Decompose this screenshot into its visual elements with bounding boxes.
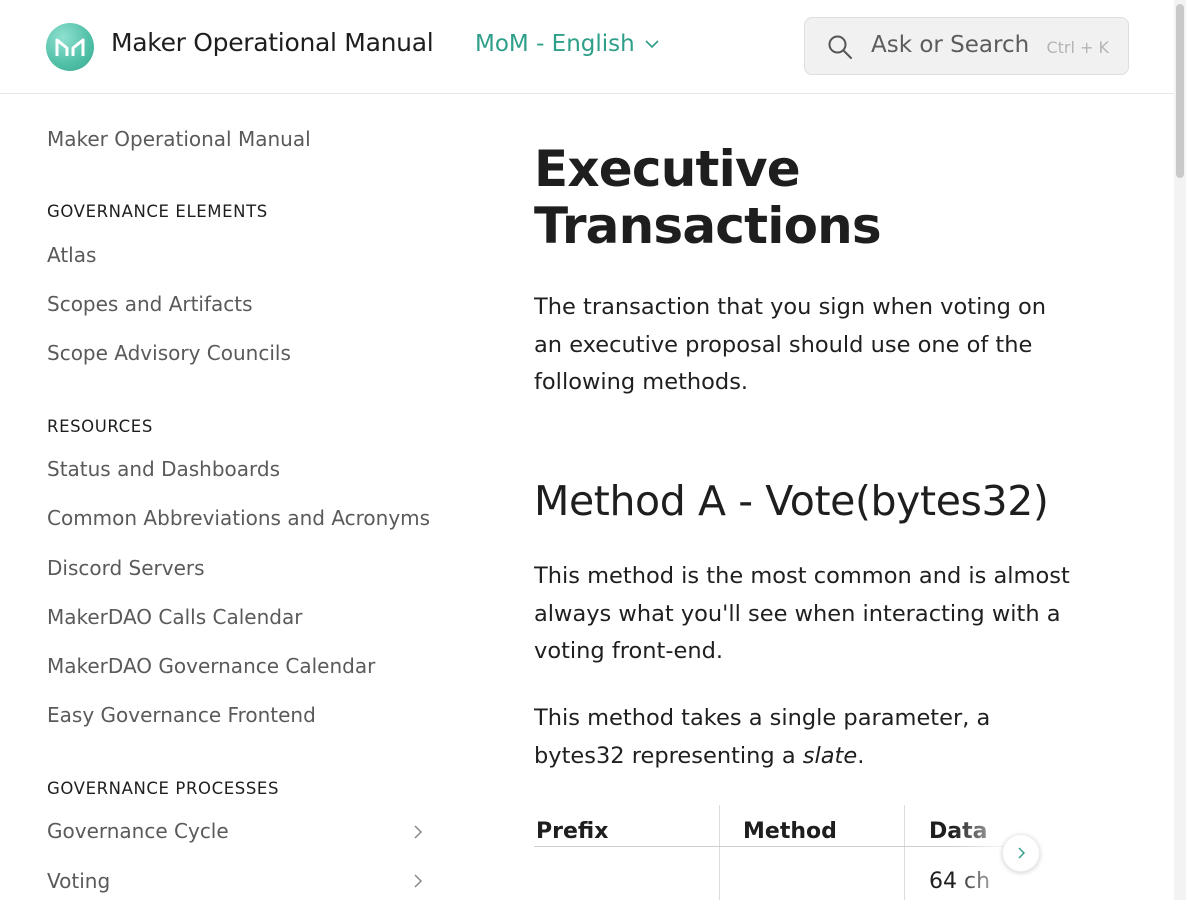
sidebar-item-maker-operational-manual[interactable]: Maker Operational Manual	[47, 127, 311, 151]
sidebar-heading-governance-elements: GOVERNANCE ELEMENTS	[47, 202, 268, 221]
sidebar-item-scopes-and-artifacts[interactable]: Scopes and Artifacts	[47, 292, 253, 316]
search-placeholder: Ask or Search	[871, 32, 1030, 58]
intro-paragraph: The transaction that you sign when votin…	[534, 294, 1047, 395]
method-a-paragraph: This method is the most common and is al…	[534, 563, 1070, 664]
section-heading-method-a: Method A - Vote(bytes32)	[534, 477, 1049, 525]
sidebar-item-common-abbreviations[interactable]: Common Abbreviations and Acronyms	[47, 506, 430, 530]
main-content: Executive Transactions The transaction t…	[534, 95, 1094, 900]
sidebar-item-status-and-dashboards[interactable]: Status and Dashboards	[47, 457, 280, 481]
sidebar-item-makerdao-calls-calendar[interactable]: MakerDAO Calls Calendar	[47, 605, 302, 629]
table-column-divider	[904, 805, 905, 900]
sidebar-item-atlas[interactable]: Atlas	[47, 243, 96, 267]
sidebar-item-makerdao-governance-calendar[interactable]: MakerDAO Governance Calendar	[47, 654, 375, 678]
chevron-right-icon[interactable]	[412, 824, 424, 840]
methods-table: Prefix Method Data 64 ch	[534, 805, 1064, 900]
space-switcher-label: MoM - English	[475, 31, 635, 57]
space-switcher[interactable]: MoM - English	[475, 31, 659, 57]
chevron-down-icon	[645, 40, 659, 49]
sidebar-nav: Maker Operational Manual GOVERNANCE ELEM…	[0, 95, 470, 900]
sidebar-item-voting[interactable]: Voting	[47, 869, 110, 893]
sidebar-item-governance-cycle[interactable]: Governance Cycle	[47, 819, 229, 843]
site-title[interactable]: Maker Operational Manual	[111, 28, 434, 57]
table-scroll-right-button[interactable]	[1002, 834, 1040, 872]
sidebar-heading-resources: RESOURCES	[47, 417, 153, 436]
table-column-divider	[719, 805, 720, 900]
slate-emphasis: slate	[802, 742, 858, 769]
page-scrollbar[interactable]	[1174, 0, 1186, 900]
search-shortcut-hint: Ctrl + K	[1046, 38, 1109, 57]
sidebar-item-scope-advisory-councils[interactable]: Scope Advisory Councils	[47, 341, 291, 365]
maker-logo-icon[interactable]	[46, 23, 94, 71]
search-box[interactable]: Ask or Search Ctrl + K	[804, 17, 1129, 75]
params-period: .	[857, 742, 865, 769]
scrollbar-thumb[interactable]	[1176, 4, 1184, 178]
page-title-line1: Executive	[534, 140, 801, 198]
params-text: This method takes a single parameter, a …	[534, 705, 991, 769]
method-a-params-paragraph: This method takes a single parameter, a …	[534, 700, 1074, 775]
chevron-right-icon[interactable]	[412, 873, 424, 889]
top-header: Maker Operational Manual MoM - English A…	[0, 0, 1174, 94]
chevron-right-icon	[1018, 847, 1025, 859]
sidebar-heading-governance-processes: GOVERNANCE PROCESSES	[47, 779, 280, 798]
page-title: Executive Transactions	[534, 141, 1074, 255]
maker-m-glyph	[55, 38, 85, 56]
sidebar-item-discord-servers[interactable]: Discord Servers	[47, 556, 205, 580]
table-header-prefix: Prefix	[536, 819, 609, 844]
table-header-method: Method	[743, 819, 837, 844]
sidebar-item-easy-governance-frontend[interactable]: Easy Governance Frontend	[47, 703, 316, 727]
page-title-line2: Transactions	[534, 197, 882, 255]
search-icon	[828, 35, 852, 59]
